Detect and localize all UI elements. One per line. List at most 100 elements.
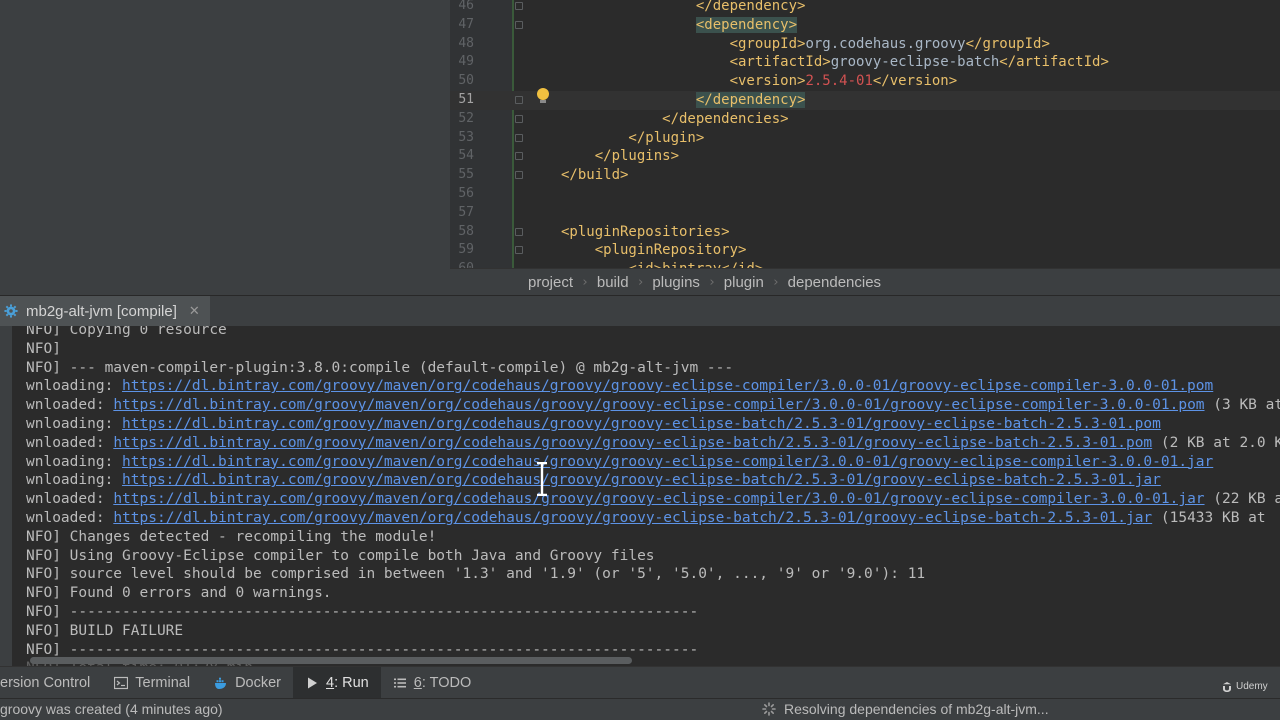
code-line[interactable]: 51 </dependency> <box>450 91 1280 110</box>
code-line[interactable]: 52 </dependencies> <box>450 110 1280 129</box>
console-link[interactable]: https://dl.bintray.com/groovy/maven/org/… <box>122 378 1213 394</box>
code-line[interactable]: 46 </dependency> <box>450 0 1280 16</box>
code-text: </dependencies> <box>561 110 789 129</box>
code-line[interactable]: 56 <box>450 185 1280 204</box>
fold-marker-icon[interactable] <box>515 133 523 142</box>
console-gutter <box>0 326 12 666</box>
console-line: wnloading: https://dl.bintray.com/groovy… <box>26 453 1213 472</box>
todo-button[interactable]: 6: TODO <box>381 667 484 698</box>
console-link[interactable]: https://dl.bintray.com/groovy/maven/org/… <box>122 472 1161 488</box>
code-token: </artifactId> <box>999 54 1109 71</box>
console-link[interactable]: https://dl.bintray.com/groovy/maven/org/… <box>122 416 1161 432</box>
console-text: wnloading: <box>26 472 123 489</box>
code-token: </dependencies> <box>561 110 789 127</box>
console-line: NFO] Copying 0 resource <box>26 326 227 340</box>
code-text: <dependency> <box>561 16 798 35</box>
code-token: <pluginRepositories> <box>561 223 730 240</box>
fold-marker-icon[interactable] <box>515 227 523 236</box>
breadcrumb-item[interactable]: build <box>597 274 629 291</box>
line-number: 46 <box>458 0 474 13</box>
terminal-button[interactable]: Terminal <box>102 667 202 698</box>
fold-marker-icon[interactable] <box>515 246 523 255</box>
console-text: NFO] Copying 0 resource <box>26 326 227 338</box>
console-link[interactable]: https://dl.bintray.com/groovy/maven/org/… <box>113 435 1152 451</box>
console-text: wnloading: <box>26 378 123 395</box>
fold-marker-icon[interactable] <box>515 114 523 123</box>
line-number: 60 <box>450 260 474 268</box>
code-line[interactable]: 55 </build> <box>450 166 1280 185</box>
console-link[interactable]: https://dl.bintray.com/groovy/maven/org/… <box>113 491 1204 507</box>
background-task-indicator[interactable]: Resolving dependencies of mb2g-alt-jvm..… <box>762 701 1049 717</box>
code-text: <pluginRepositories> <box>561 223 730 242</box>
console-line: NFO] --- maven-compiler-plugin:3.8.0:com… <box>26 359 733 378</box>
horizontal-scrollbar[interactable] <box>30 657 632 664</box>
console-text-suffix: (22 KB a <box>1204 491 1280 508</box>
console-text-suffix: (2 KB at 2.0 K <box>1152 434 1280 451</box>
console-link[interactable]: https://dl.bintray.com/groovy/maven/org/… <box>122 454 1213 470</box>
version-control-button[interactable]: ersion Control <box>0 667 102 698</box>
code-token: org.codehaus.groovy <box>805 35 966 52</box>
console-line: NFO] <box>26 340 61 359</box>
console-link[interactable]: https://dl.bintray.com/groovy/maven/org/… <box>113 397 1204 413</box>
gear-icon <box>4 304 18 318</box>
run-tool-window-header: mb2g-alt-jvm [compile] ✕ <box>0 295 1280 326</box>
line-number: 47 <box>458 16 474 32</box>
status-message[interactable]: groovy was created (4 minutes ago) <box>0 701 223 717</box>
console-line: NFO] -----------------------------------… <box>26 603 698 622</box>
docker-button[interactable]: Docker <box>202 667 293 698</box>
breadcrumb-item[interactable]: plugin <box>724 274 764 291</box>
console-text: wnloaded: <box>26 510 114 526</box>
breadcrumb-item[interactable]: plugins <box>652 274 700 291</box>
close-icon[interactable]: ✕ <box>189 303 200 319</box>
fold-marker-icon[interactable] <box>515 2 523 10</box>
breadcrumb: project › build › plugins › plugin › dependencie… <box>450 268 1280 295</box>
code-text: <groupId>org.codehaus.groovy</groupId> <box>561 35 1050 54</box>
code-line[interactable]: 60 <id>bintray</id> <box>450 260 1280 268</box>
fold-marker-icon[interactable] <box>515 152 523 161</box>
console-link[interactable]: https://dl.bintray.com/groovy/maven/org/… <box>113 510 1152 526</box>
code-line[interactable]: 49 <artifactId>groovy-eclipse-batch</art… <box>450 53 1280 72</box>
console-text-suffix: (15433 KB at <box>1152 510 1266 526</box>
code-line[interactable]: 50 <version>2.5.4-01</version> <box>450 72 1280 91</box>
chevron-right-icon: › <box>771 274 780 290</box>
fold-marker-icon[interactable] <box>515 171 523 180</box>
code-editor[interactable]: 46 </dependency> 47 <dependency> 48 <group… <box>450 0 1280 268</box>
console-text: wnloaded: <box>26 491 114 508</box>
code-text: </plugin> <box>561 129 704 148</box>
fold-marker-icon[interactable] <box>515 96 523 104</box>
console-text-suffix: (3 KB at <box>1204 397 1280 414</box>
run-config-tab[interactable]: mb2g-alt-jvm [compile] ✕ <box>0 296 210 326</box>
code-line[interactable]: 53 </plugin> <box>450 129 1280 148</box>
code-line[interactable]: 58 <pluginRepositories> <box>450 223 1280 242</box>
code-line[interactable]: 48 <groupId>org.codehaus.groovy</groupId… <box>450 35 1280 54</box>
docker-icon <box>215 677 227 689</box>
code-token: <dependency> <box>695 16 798 33</box>
chevron-right-icon: › <box>636 274 645 290</box>
breadcrumb-item[interactable]: project <box>528 274 573 291</box>
console-line: NFO] Changes detected - recompiling the … <box>26 528 436 547</box>
code-line[interactable]: 54 </plugins> <box>450 147 1280 166</box>
line-number: 59 <box>458 242 474 258</box>
code-line[interactable]: 47 <dependency> <box>450 16 1280 35</box>
fold-marker-icon[interactable] <box>515 20 523 29</box>
code-line[interactable]: 57 <box>450 204 1280 223</box>
version-control-label: ersion Control <box>0 674 91 691</box>
code-text: </plugins> <box>561 147 679 166</box>
line-number: 51 <box>458 92 474 107</box>
console-text: NFO] Found 0 errors and 0 warnings. <box>26 585 332 602</box>
code-line[interactable]: 59 <pluginRepository> <box>450 241 1280 260</box>
code-token: <groupId> <box>561 35 806 52</box>
console-line: wnloaded: https://dl.bintray.com/groovy/… <box>26 396 1280 415</box>
run-console[interactable]: NFO] Copying 0 resource NFO] NFO] --- mave… <box>0 326 1280 666</box>
line-number: 56 <box>458 186 474 201</box>
run-button[interactable]: 4: Run <box>293 667 381 698</box>
project-panel-background <box>0 0 450 295</box>
breadcrumb-item[interactable]: dependencies <box>788 274 881 291</box>
code-text: <artifactId>groovy-eclipse-batch</artifa… <box>561 53 1109 72</box>
line-number: 54 <box>458 148 474 164</box>
lightbulb-icon[interactable] <box>537 88 549 103</box>
background-task-label: Resolving dependencies of mb2g-alt-jvm..… <box>784 701 1049 717</box>
spinner-icon <box>762 702 776 716</box>
console-text: wnloading: <box>26 416 123 432</box>
